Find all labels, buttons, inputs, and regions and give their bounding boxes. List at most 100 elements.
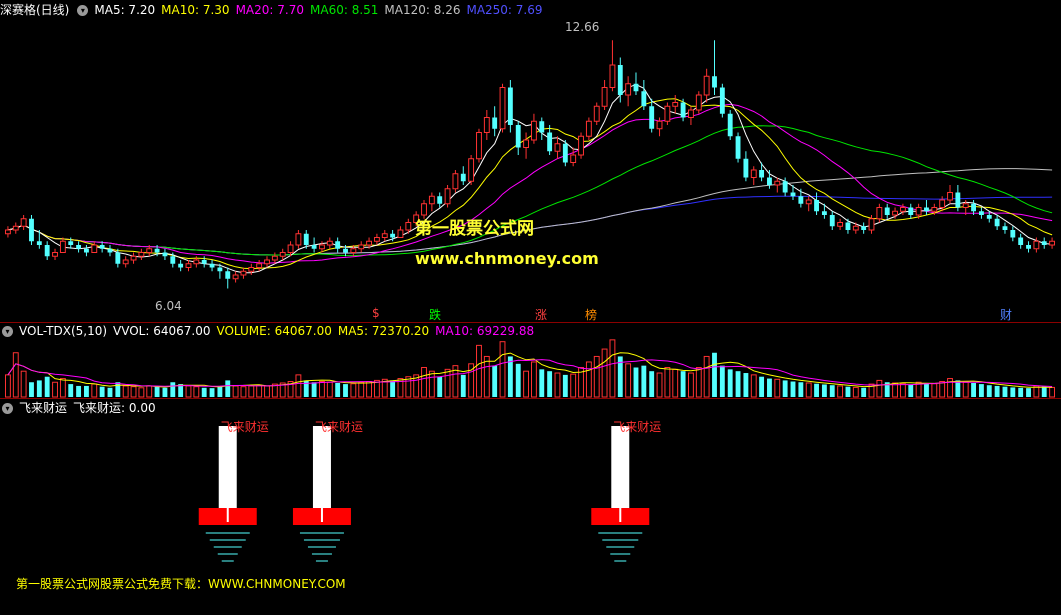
indicator-menu-button[interactable]: ▾ <box>2 326 13 337</box>
signal-column <box>218 426 237 508</box>
volume-bar <box>83 385 89 397</box>
volume-bar <box>829 385 835 397</box>
candle-body <box>335 241 341 249</box>
volume-bar <box>437 376 443 397</box>
candle-body <box>476 132 482 160</box>
candle-body <box>947 192 953 201</box>
volume-bar <box>256 384 263 398</box>
volume-bar <box>264 385 270 398</box>
volume-bar <box>798 382 804 397</box>
candle-body <box>578 135 584 156</box>
candle-body <box>585 120 592 137</box>
candle-body <box>499 87 506 130</box>
volume-bar <box>593 355 600 398</box>
vol-ma5-line <box>7 352 1053 388</box>
candle-body <box>547 132 553 152</box>
volume-bar <box>641 365 647 397</box>
candle-body <box>672 102 679 107</box>
volume-bar <box>130 386 137 398</box>
volume-bar <box>91 383 98 398</box>
vol-ma10-label: MA10: 69229.88 <box>435 324 535 338</box>
candle-body <box>287 244 294 253</box>
low-price-label: 6.04 <box>155 299 182 313</box>
volume-bar <box>295 374 302 398</box>
candle-body <box>358 244 365 250</box>
volume-bar <box>421 367 427 398</box>
event-marker-rise[interactable]: 涨 <box>535 306 547 323</box>
volume-bar <box>1049 386 1056 398</box>
candle-body <box>1018 237 1024 245</box>
signal-label: 飞来财运 <box>613 420 661 434</box>
candle-body <box>837 222 844 227</box>
candle-body <box>601 87 608 107</box>
volume-bar <box>507 356 513 397</box>
candle-body <box>924 207 929 212</box>
volume-bar <box>782 380 788 397</box>
candle-body <box>884 207 890 215</box>
candle-body <box>209 263 215 268</box>
candle-body <box>978 211 984 215</box>
event-marker-finance[interactable]: 财 <box>1000 306 1012 323</box>
candle-body <box>774 180 781 186</box>
candle-body <box>130 255 137 261</box>
candle-body <box>727 113 733 137</box>
volume-bar <box>931 383 938 398</box>
indicator-value: 飞来财运: 0.00 <box>73 401 156 415</box>
candle-body <box>829 215 835 227</box>
ma-line-ma10 <box>7 98 1053 270</box>
volume-bar <box>805 382 812 398</box>
candle-body <box>279 252 286 257</box>
volume-bar <box>209 388 215 397</box>
candle-body <box>146 248 153 253</box>
candle-body <box>908 207 914 215</box>
candle-body <box>428 195 435 205</box>
volume-bar <box>350 383 357 398</box>
candle-body <box>390 233 396 238</box>
candle-body <box>12 225 19 231</box>
indicator-header: ▾ 飞来财运 飞来财运: 0.00 <box>0 399 162 417</box>
footer-text: 第一股票公式网股票公式免费下载：WWW.CHNMONEY.COM <box>16 577 346 591</box>
volume-bar <box>899 383 906 398</box>
volume-bar <box>971 382 977 397</box>
candle-body <box>271 255 278 261</box>
candle-body <box>138 252 145 257</box>
volume-bar <box>562 374 568 397</box>
volume-bar <box>609 339 616 398</box>
candle-body <box>876 207 883 220</box>
candle-body <box>899 207 906 212</box>
event-marker-fall[interactable]: 跌 <box>429 306 441 323</box>
watermark-url: www.chnmoney.com <box>415 249 599 268</box>
candle-body <box>326 240 333 246</box>
event-marker-dollar[interactable]: $ <box>372 306 380 320</box>
volume-bar <box>585 361 592 398</box>
volume-bar <box>4 374 11 398</box>
volume-bar <box>625 363 632 398</box>
volume-bar <box>633 367 639 397</box>
volume-bar <box>735 371 741 397</box>
candle-body <box>76 245 82 249</box>
volume-bar <box>311 382 317 397</box>
event-marker-rank[interactable]: 榜 <box>585 306 597 323</box>
signal-panel: 飞来财运 飞来财运 飞来财运 <box>198 420 661 562</box>
signal-label: 飞来财运 <box>315 420 363 434</box>
volume-bar <box>499 341 506 398</box>
candle-body <box>515 125 521 148</box>
ma-line-ma5 <box>7 83 1053 274</box>
indicator-menu-button[interactable]: ▾ <box>2 403 13 414</box>
volume-bar <box>852 386 859 398</box>
candle-body <box>767 177 772 185</box>
volume-bar <box>29 382 34 397</box>
volume-bar <box>492 365 498 397</box>
candle-body <box>319 244 325 250</box>
volume-bar <box>185 385 192 398</box>
indicator-name: 飞来财运 <box>19 401 68 415</box>
candle-body <box>20 218 27 227</box>
candle-body <box>4 229 11 235</box>
candle-body <box>373 237 380 242</box>
watermark-title: 第一股票公式网 <box>415 219 534 239</box>
volume-bar <box>146 385 153 398</box>
volume-bar <box>1010 387 1016 397</box>
volume-bar <box>115 382 121 397</box>
candle-body <box>178 263 184 268</box>
candle-body <box>562 143 568 163</box>
